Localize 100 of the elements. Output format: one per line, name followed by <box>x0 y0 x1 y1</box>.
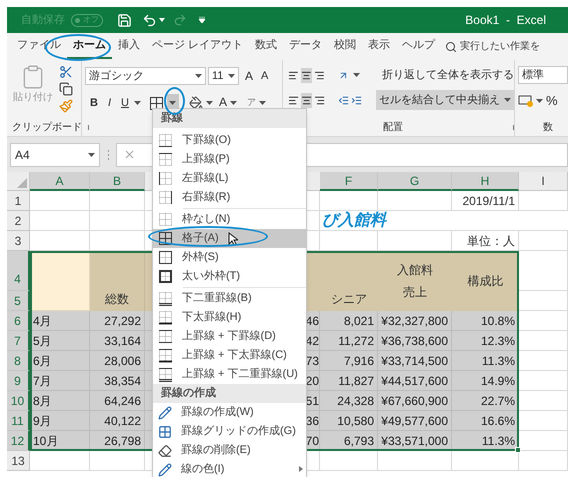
ribbon-tab[interactable]: データ <box>283 34 328 58</box>
table-cell[interactable]: 14.9% <box>452 371 519 391</box>
customize-icon[interactable] <box>199 17 205 23</box>
table-cell[interactable]: ¥33,714,500 <box>378 351 452 371</box>
table-cell[interactable]: 5月 <box>30 331 90 351</box>
menu-item[interactable]: 下太罫線(H) <box>153 308 306 327</box>
column-header[interactable]: B <box>90 172 145 191</box>
header-cell[interactable] <box>30 251 90 311</box>
ribbon-tab[interactable]: 数式 <box>249 34 284 58</box>
row-number[interactable]: 5 <box>7 291 30 311</box>
table-cell[interactable]: 33,164 <box>90 331 145 351</box>
ribbon-tab[interactable]: ページ レイアウト <box>146 34 250 58</box>
phonetic-button[interactable]: ア <box>246 96 256 110</box>
menu-item[interactable]: 上罫線 + 下罫線(D) <box>153 327 306 346</box>
unit-cell[interactable]: 単位：人 <box>452 231 519 251</box>
align-middle-icon[interactable] <box>300 68 312 82</box>
save-icon[interactable] <box>117 12 132 28</box>
table-cell[interactable]: ¥32,327,800 <box>378 311 452 331</box>
menu-item[interactable]: 罫線の削除(E) <box>153 441 306 460</box>
ribbon-tab[interactable]: 校閲 <box>328 34 362 58</box>
ribbon-tab[interactable]: 挿入 <box>112 34 146 58</box>
menu-item[interactable]: 上罫線(P) <box>153 150 306 169</box>
row-number[interactable]: 13 <box>7 451 30 471</box>
drag-handle-icon[interactable] <box>107 148 110 160</box>
table-cell[interactable]: 40,122 <box>90 411 145 431</box>
copy-icon[interactable] <box>59 82 73 96</box>
menu-item[interactable]: 上罫線 + 下二重罫線(U) <box>153 365 306 384</box>
row-number[interactable]: 4 <box>7 251 30 291</box>
column-header[interactable]: I <box>519 172 568 191</box>
empty-cell[interactable] <box>519 291 568 311</box>
number-format-field[interactable]: 標準 <box>518 66 568 84</box>
table-cell[interactable]: 10,580 <box>320 411 378 431</box>
shrink-font-button[interactable]: A <box>261 68 268 84</box>
menu-item[interactable]: 罫線の作成(W) <box>153 403 306 422</box>
bold-button[interactable]: B <box>90 94 98 112</box>
row-number[interactable]: 3 <box>7 231 30 251</box>
row-number[interactable]: 1 <box>7 191 30 211</box>
table-cell[interactable]: 11.3% <box>452 351 519 371</box>
align-center-icon[interactable] <box>301 92 312 108</box>
table-cell[interactable]: 8月 <box>30 391 90 411</box>
menu-item[interactable]: 太い外枠(T) <box>153 267 306 286</box>
row-number[interactable]: 9 <box>7 371 30 391</box>
header-cell[interactable]: シニア <box>320 251 378 311</box>
caret-icon[interactable] <box>159 18 165 22</box>
table-cell[interactable]: 10.8% <box>452 311 519 331</box>
table-cell[interactable]: 6,793 <box>320 431 378 451</box>
table-cell[interactable]: 7,916 <box>320 351 378 371</box>
fill-color-icon[interactable] <box>188 96 203 110</box>
column-header[interactable]: H <box>452 172 519 191</box>
header-cell[interactable]: 構成比 <box>452 251 519 311</box>
table-cell[interactable]: ¥36,738,600 <box>378 331 452 351</box>
empty-cell[interactable] <box>519 251 568 291</box>
table-cell[interactable]: 11,272 <box>320 331 378 351</box>
table-cell[interactable]: 22.7% <box>452 391 519 411</box>
cancel-icon[interactable] <box>125 150 134 159</box>
accounting-format-icon[interactable] <box>518 94 533 108</box>
menu-item[interactable]: 格子(A) <box>153 229 306 248</box>
name-box[interactable]: A4 <box>10 142 100 166</box>
menu-item[interactable]: 罫線グリッドの作成(G) <box>153 422 306 441</box>
menu-item[interactable]: 外枠(S) <box>153 248 306 267</box>
menu-item[interactable]: 下二重罫線(B) <box>153 289 306 308</box>
table-cell[interactable]: 26,798 <box>90 431 145 451</box>
header-cell[interactable]: 総数 <box>90 251 145 311</box>
table-cell[interactable]: ¥44,517,600 <box>378 371 452 391</box>
menu-item[interactable]: 枠なし(N) <box>153 210 306 229</box>
column-header[interactable]: F <box>320 172 378 191</box>
table-cell[interactable]: 6月 <box>30 351 90 371</box>
undo-icon[interactable] <box>142 12 157 28</box>
menu-item[interactable]: 左罫線(L) <box>153 169 306 188</box>
date-cell[interactable]: 2019/11/1 <box>452 191 519 211</box>
table-cell[interactable]: 4月 <box>30 311 90 331</box>
ribbon-tab[interactable]: 表示 <box>362 34 396 58</box>
table-cell[interactable]: 64,246 <box>90 391 145 411</box>
wrap-text-button[interactable]: 折り返して全体を表示する <box>382 65 514 85</box>
table-cell[interactable]: ¥33,571,000 <box>378 431 452 451</box>
menu-item[interactable]: 線の色(I) <box>153 460 306 477</box>
row-number[interactable]: 6 <box>7 311 30 331</box>
font-name-field[interactable]: 游ゴシック <box>85 67 206 85</box>
table-cell[interactable]: 9月 <box>30 411 90 431</box>
row-number[interactable]: 7 <box>7 331 30 351</box>
table-cell[interactable]: ¥67,660,900 <box>378 391 452 411</box>
row-number[interactable]: 12 <box>7 431 30 451</box>
table-cell[interactable]: 24,328 <box>320 391 378 411</box>
table-cell[interactable]: 27,292 <box>90 311 145 331</box>
grow-font-button[interactable]: A <box>245 67 254 85</box>
tell-me-field[interactable]: 実行したい作業を <box>460 39 540 54</box>
cut-icon[interactable] <box>59 65 73 79</box>
row-number[interactable]: 10 <box>7 391 30 411</box>
underline-button[interactable]: U <box>121 94 129 112</box>
row-number[interactable]: 11 <box>7 411 30 431</box>
table-cell[interactable]: 12.3% <box>452 331 519 351</box>
merge-center-button[interactable]: セルを結合して中央揃え <box>376 90 514 110</box>
table-cell[interactable]: 38,354 <box>90 371 145 391</box>
column-header[interactable]: G <box>378 172 452 191</box>
row-number[interactable]: 2 <box>7 211 30 231</box>
search-icon[interactable] <box>445 40 458 52</box>
table-cell[interactable]: ¥49,577,600 <box>378 411 452 431</box>
table-cell[interactable]: 7月 <box>30 371 90 391</box>
select-all-corner[interactable] <box>7 172 30 191</box>
table-cell[interactable]: 16.6% <box>452 411 519 431</box>
